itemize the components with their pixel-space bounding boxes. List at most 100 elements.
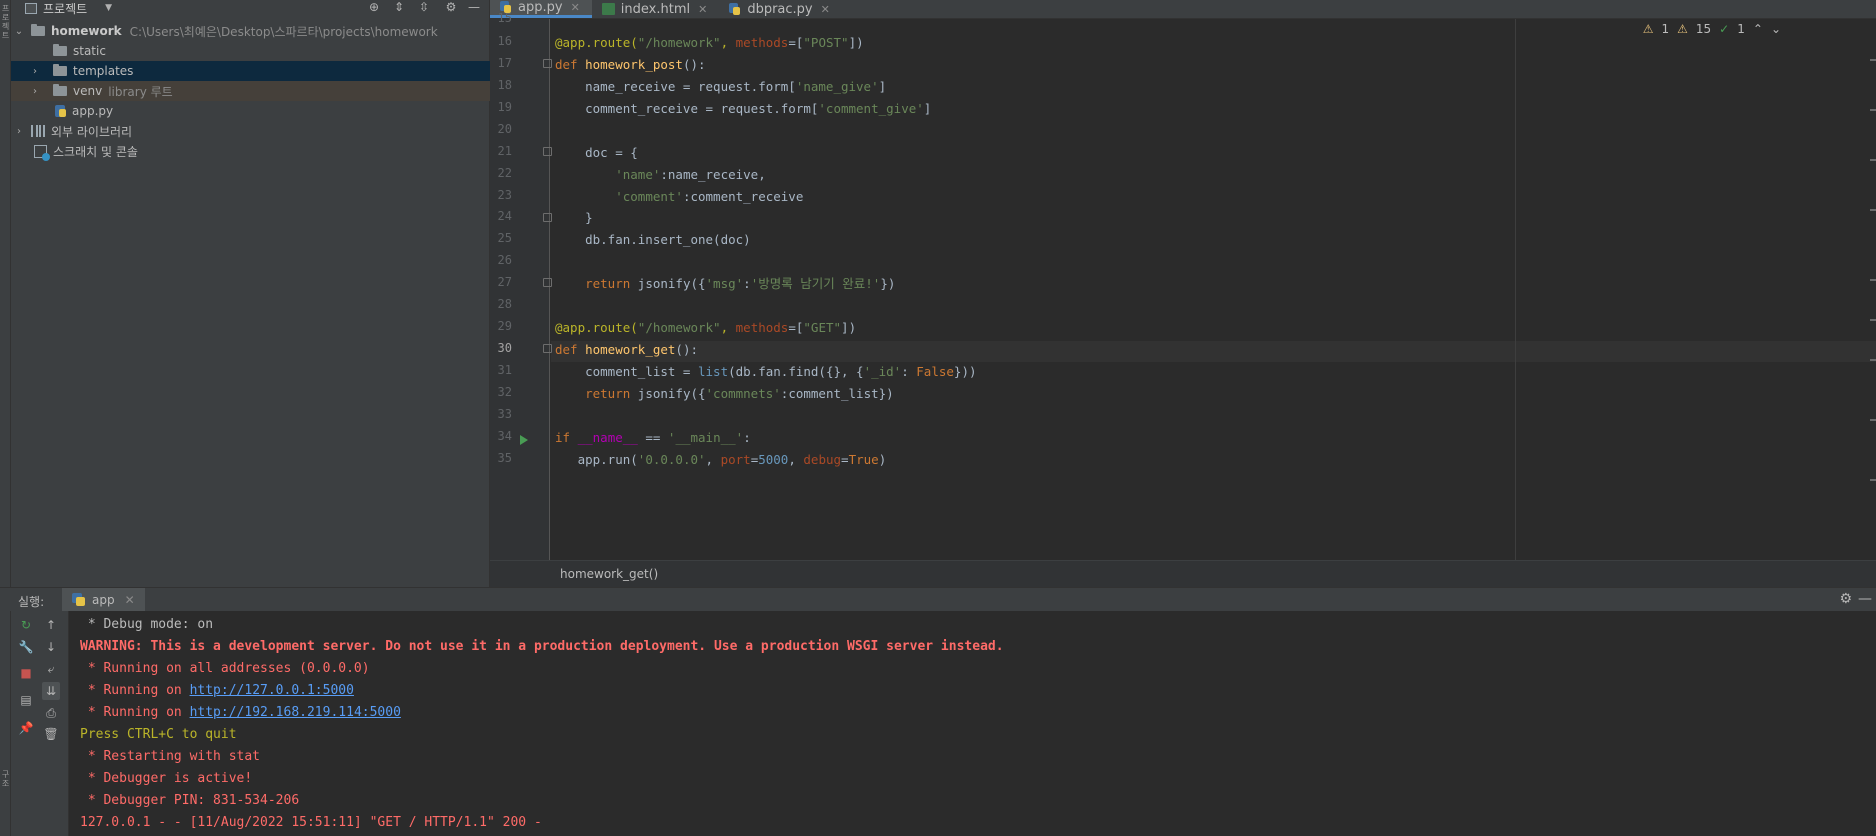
gear-icon[interactable]: ⚙ — [1839, 591, 1852, 607]
chevron-down-icon[interactable]: ▼ — [105, 3, 112, 13]
project-panel-title[interactable]: 프로젝트 — [43, 0, 87, 17]
localhost-link[interactable]: http://127.0.0.1:5000 — [190, 683, 354, 698]
structure-tool-button[interactable]: 구조 — [1, 770, 10, 788]
inspection-widget[interactable]: ⚠ 1 ⚠ 15 ✓ 1 ⌃ ⌄ — [1643, 22, 1781, 36]
arrow-down-icon[interactable]: ↓ — [42, 638, 60, 656]
locate-file-icon[interactable]: ⊕ — [366, 0, 382, 16]
tree-item-external-libraries[interactable]: › 외부 라이브러리 — [11, 121, 490, 141]
editor-tab-bar: app.py ✕ index.html ✕ dbprac.py ✕ — [490, 0, 1876, 19]
hide-panel-icon[interactable]: — — [466, 0, 482, 16]
error-stripe[interactable] — [1866, 19, 1876, 560]
layout-icon[interactable]: ▤ — [17, 691, 35, 709]
tree-item-homework[interactable]: ⌄ homework C:\Users\최예은\Desktop\스파르타\pro… — [11, 21, 490, 41]
console-line: * Debugger PIN: 831-534-206 — [80, 793, 300, 808]
close-icon[interactable]: ✕ — [698, 3, 707, 16]
close-icon[interactable]: ✕ — [821, 3, 830, 16]
collapse-all-icon[interactable]: ⇳ — [416, 0, 432, 16]
code-line: return jsonify({'msg':'방명록 남기기 완료!'}) — [585, 276, 896, 291]
code-line: comment_list = list(db.fan.find({}, {'_i… — [555, 364, 977, 379]
console-line: * Running on http://127.0.0.1:5000 — [80, 680, 354, 702]
line-number: 21 — [497, 144, 512, 158]
code-line: app.run('0.0.0.0', port=5000, debug=True… — [555, 452, 887, 467]
folder-icon — [53, 64, 67, 76]
fold-marker-icon[interactable] — [543, 147, 552, 156]
stop-icon[interactable]: ■ — [17, 664, 35, 682]
project-tool-button[interactable]: 프로젝트 — [1, 4, 10, 40]
folder-icon — [53, 44, 67, 56]
scroll-to-end-icon[interactable]: ⇊ — [42, 682, 60, 700]
console-line: * Running on http://192.168.219.114:5000 — [80, 702, 401, 724]
pin-icon[interactable]: 📌 — [17, 719, 35, 737]
soft-wrap-icon[interactable]: ⤶ — [42, 660, 60, 678]
code-line: name_receive = request.form['name_give'] — [555, 79, 887, 94]
console-line: 127.0.0.1 - - [11/Aug/2022 15:51:11] "GE… — [80, 815, 542, 830]
chevron-up-icon[interactable]: ⌃ — [1753, 22, 1763, 36]
tree-item-app-py[interactable]: app.py — [11, 101, 490, 121]
wrench-icon[interactable]: 🔧 — [17, 638, 35, 656]
breadcrumb[interactable]: homework_get() — [560, 567, 658, 581]
run-tab-label: app — [92, 593, 115, 607]
chevron-down-icon[interactable]: ⌄ — [1771, 22, 1781, 36]
code-editor[interactable]: 15 16 17 18 19 20 21 22 23 24 25 26 27 2… — [490, 11, 1876, 560]
tree-item-templates[interactable]: › templates — [11, 61, 490, 81]
tree-item-venv[interactable]: › venv library 루트 — [11, 81, 490, 101]
project-view-icon — [25, 2, 37, 14]
weak-warning-icon: ⚠ — [1677, 22, 1688, 36]
library-root-label: library 루트 — [108, 84, 173, 99]
console-output[interactable]: * Debug mode: on WARNING: This is a deve… — [69, 611, 1876, 836]
fold-marker-icon[interactable] — [543, 344, 552, 353]
rerun-icon[interactable]: ↻ — [17, 616, 35, 634]
trash-icon[interactable]: 🗑 — [42, 725, 60, 743]
line-number: 19 — [497, 100, 512, 114]
code-line: def homework_post(): — [555, 57, 706, 72]
close-icon[interactable]: ✕ — [571, 1, 580, 14]
code-line: return jsonify({'commnets':comment_list}… — [585, 386, 894, 401]
line-number: 15 — [497, 11, 512, 25]
tree-item-label: 스크래치 및 콘솔 — [53, 144, 138, 159]
line-number: 31 — [497, 363, 512, 377]
tree-item-scratches[interactable]: 스크래치 및 콘솔 — [11, 141, 490, 161]
code-line: if __name__ == '__main__': — [555, 430, 751, 445]
editor-gutter[interactable]: 15 16 17 18 19 20 21 22 23 24 25 26 27 2… — [490, 11, 552, 560]
scratches-icon — [34, 144, 50, 161]
code-line: @app.route("/homework", methods=["POST"]… — [555, 35, 864, 50]
console-line: * Debugger is active! — [80, 771, 253, 786]
tree-item-static[interactable]: static — [11, 41, 490, 61]
python-icon — [72, 593, 86, 607]
code-line: 'name':name_receive, — [615, 167, 766, 182]
fold-marker-icon[interactable] — [543, 278, 552, 287]
tab-index-html[interactable]: index.html ✕ — [592, 0, 720, 18]
run-line-icon[interactable] — [520, 435, 528, 445]
fold-marker-icon[interactable] — [543, 213, 552, 222]
check-icon: ✓ — [1719, 22, 1730, 36]
line-number: 29 — [497, 319, 512, 333]
console-line: Press CTRL+C to quit — [80, 727, 237, 742]
left-tool-stripe: 프로젝트 구조 — [0, 0, 11, 836]
tree-item-label: homework — [51, 24, 122, 38]
warning-icon: ⚠ — [1642, 22, 1654, 36]
run-tab-app[interactable]: app ✕ — [62, 588, 145, 612]
hide-panel-icon[interactable]: — — [1858, 591, 1872, 607]
run-label: 실행: — [18, 595, 45, 609]
print-icon[interactable]: ⎙ — [42, 704, 60, 722]
chevron-right-icon[interactable]: › — [29, 66, 41, 77]
folder-icon — [53, 84, 67, 96]
expand-all-icon[interactable]: ⇕ — [391, 0, 407, 16]
tab-dbprac-py[interactable]: dbprac.py ✕ — [719, 0, 842, 18]
code-line: db.fan.insert_one(doc) — [555, 232, 751, 247]
gear-icon[interactable]: ⚙ — [443, 0, 459, 16]
network-link[interactable]: http://192.168.219.114:5000 — [190, 705, 401, 720]
fold-marker-icon[interactable] — [543, 59, 552, 68]
line-number: 33 — [497, 407, 512, 421]
typo-count: 1 — [1737, 22, 1745, 36]
line-number-current: 30 — [497, 341, 512, 355]
chevron-right-icon[interactable]: › — [13, 126, 25, 137]
line-number: 28 — [497, 297, 512, 311]
arrow-up-icon[interactable]: ↑ — [42, 616, 60, 634]
chevron-right-icon[interactable]: › — [29, 86, 41, 97]
chevron-down-icon[interactable]: ⌄ — [13, 26, 25, 37]
line-number: 20 — [497, 122, 512, 136]
folder-icon — [31, 24, 45, 36]
code-line: doc = { — [555, 145, 638, 160]
close-icon[interactable]: ✕ — [125, 593, 135, 607]
